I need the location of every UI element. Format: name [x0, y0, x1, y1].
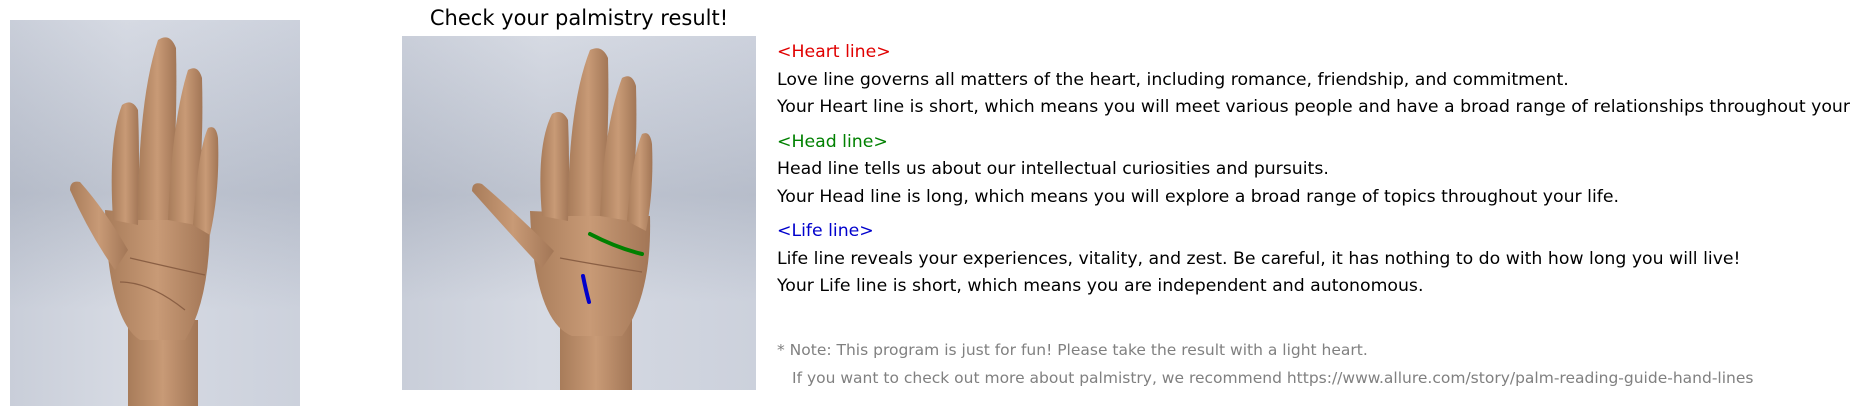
head-line-mark [588, 232, 644, 256]
life-line-result: Your Life line is short, which means you… [777, 276, 1424, 296]
head-line-description: Head line tells us about our intellectua… [777, 159, 1329, 179]
fun-note: * Note: This program is just for fun! Pl… [777, 341, 1368, 359]
heart-line-header: <Heart line> [777, 42, 891, 62]
life-line-header: <Life line> [777, 221, 874, 241]
heart-line-result: Your Heart line is short, which means yo… [777, 97, 1851, 117]
detected-lines-overlay [581, 232, 644, 304]
head-line-result: Your Head line is long, which means you … [777, 187, 1619, 207]
head-line-header: <Head line> [777, 132, 888, 152]
palmistry-reference-note: If you want to check out more about palm… [792, 369, 1754, 387]
heart-line-description: Love line governs all matters of the hea… [777, 70, 1569, 90]
result-hand-image [402, 36, 756, 390]
hand-illustration [70, 37, 219, 406]
input-hand-image [10, 20, 300, 406]
life-line-description: Life line reveals your experiences, vita… [777, 249, 1741, 269]
result-title: Check your palmistry result! [429, 6, 729, 30]
life-line-mark [581, 274, 591, 304]
